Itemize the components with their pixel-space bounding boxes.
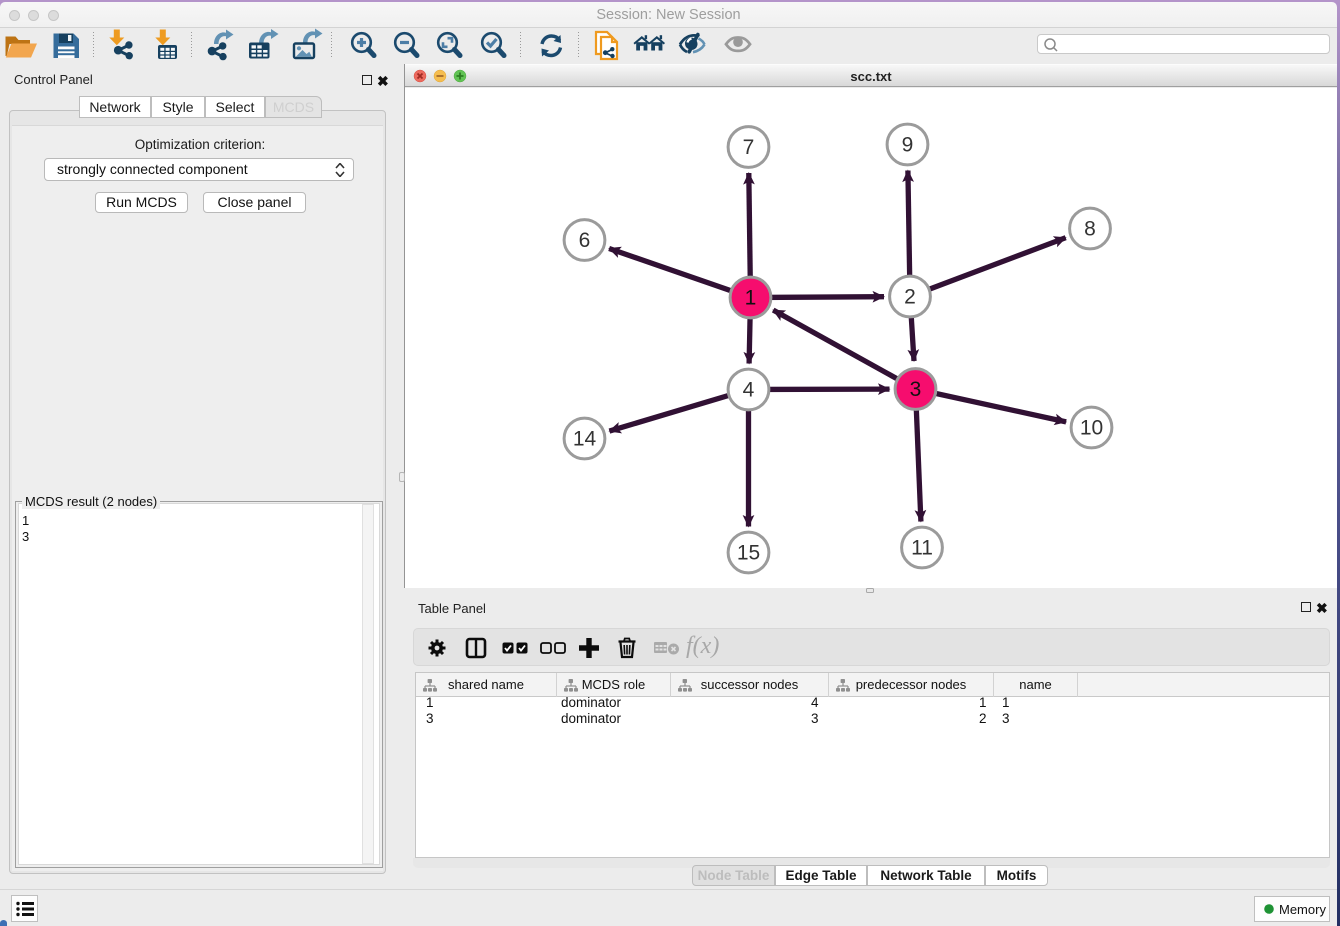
svg-text:10: 10 <box>1080 417 1103 440</box>
svg-text:6: 6 <box>579 229 591 252</box>
svg-text:7: 7 <box>743 136 755 159</box>
svg-text:3: 3 <box>910 378 922 401</box>
svg-text:15: 15 <box>737 542 760 565</box>
svg-text:4: 4 <box>743 379 755 402</box>
svg-text:2: 2 <box>904 286 916 309</box>
svg-text:11: 11 <box>911 537 933 560</box>
svg-text:14: 14 <box>573 428 597 451</box>
svg-text:8: 8 <box>1084 218 1096 241</box>
svg-text:1: 1 <box>745 287 757 310</box>
svg-text:9: 9 <box>902 134 914 157</box>
